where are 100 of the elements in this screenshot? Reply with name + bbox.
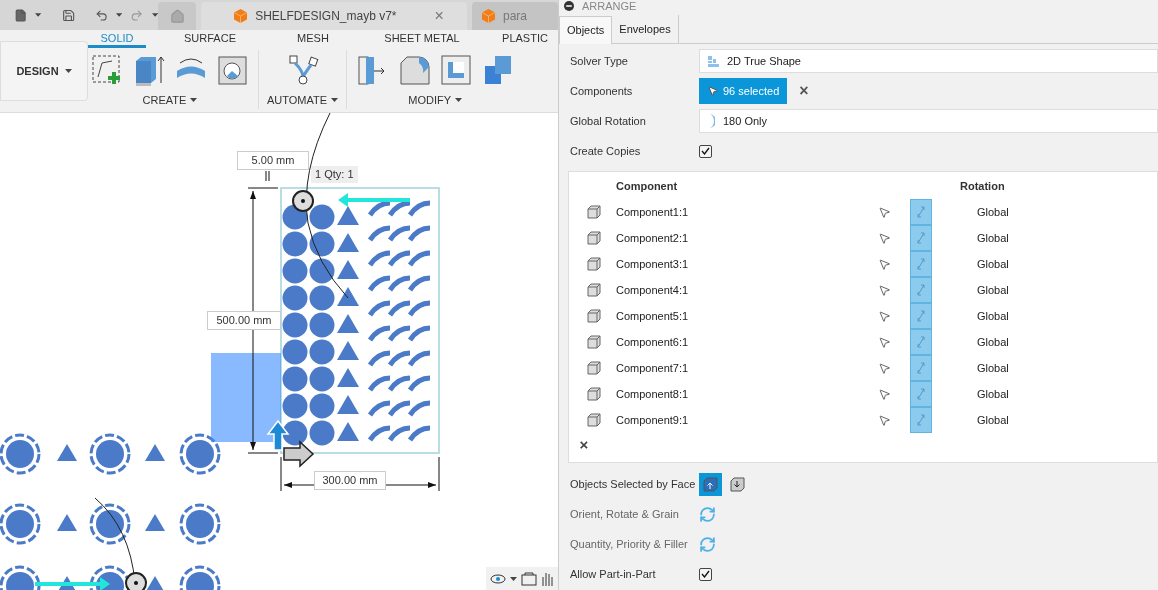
component-name: Component9:1 xyxy=(616,412,690,428)
field-label: Global Rotation xyxy=(569,113,647,129)
component-name: Component4:1 xyxy=(616,282,690,298)
column-header: Rotation xyxy=(960,178,1005,194)
checkbox[interactable] xyxy=(699,144,712,158)
cursor-icon[interactable] xyxy=(878,257,891,271)
option-label: Quantity, Priority & Filler xyxy=(569,536,689,552)
diagonal-arrow-icon xyxy=(916,310,926,322)
cursor-icon xyxy=(707,85,719,97)
rotation-value: Global xyxy=(977,230,1009,246)
cube-icon xyxy=(482,9,495,23)
field-label: Components xyxy=(569,83,634,99)
orbit-icon[interactable] xyxy=(490,571,506,587)
document-tab[interactable]: SHELFDESIGN_mayb v7* × xyxy=(201,2,467,30)
rotation-toggle[interactable] xyxy=(910,277,932,303)
dimension-label: 5.00 mm xyxy=(237,151,309,170)
rotation-toggle[interactable] xyxy=(910,355,932,381)
collapse-icon[interactable] xyxy=(564,1,574,11)
cube-icon xyxy=(587,335,601,349)
component-name: Component5:1 xyxy=(616,308,690,324)
rotation-toggle[interactable] xyxy=(910,381,932,407)
cursor-icon[interactable] xyxy=(878,413,891,427)
quantity-label: 1 Qty: 1 xyxy=(311,166,358,183)
rotation-toggle[interactable] xyxy=(910,251,932,277)
cursor-icon[interactable] xyxy=(878,361,891,375)
field-label: Solver Type xyxy=(569,53,629,69)
rotation-toggle[interactable] xyxy=(910,329,932,355)
rotation-value: Global xyxy=(977,308,1009,324)
look-at-icon[interactable] xyxy=(521,572,537,586)
cursor-icon[interactable] xyxy=(878,309,891,323)
cube-icon xyxy=(587,257,601,271)
ribbon-tab[interactable]: SURFACE xyxy=(154,30,266,48)
caret-icon xyxy=(116,13,123,17)
ribbon-group-button[interactable]: MODIFY xyxy=(408,92,462,109)
ribbon-group-button[interactable]: CREATE xyxy=(142,92,198,109)
panel-title: ARRANGE xyxy=(582,0,637,12)
rotation-value: Global xyxy=(977,412,1009,428)
move-arrow[interactable] xyxy=(35,577,110,590)
component-name: Component6:1 xyxy=(616,334,690,350)
column-header: Component xyxy=(616,178,679,194)
rotation-value: Global xyxy=(977,256,1009,272)
shell-icon[interactable] xyxy=(439,53,474,87)
cursor-icon[interactable] xyxy=(878,283,891,297)
close-tab-icon[interactable]: × xyxy=(434,4,444,28)
rotation-value: Global xyxy=(977,204,1009,220)
caret-icon xyxy=(455,98,462,103)
diagonal-arrow-icon xyxy=(916,232,926,244)
workspace-button[interactable]: DESIGN xyxy=(0,41,88,101)
rotation-toggle[interactable] xyxy=(910,407,932,433)
checkbox[interactable] xyxy=(699,567,712,581)
fillet-icon[interactable] xyxy=(397,53,432,87)
hole-icon[interactable] xyxy=(216,53,250,87)
rotation-dropdown[interactable]: 180 Only xyxy=(699,109,1158,133)
caret-icon xyxy=(331,98,339,103)
remove-button[interactable]: × xyxy=(578,437,590,452)
cursor-icon[interactable] xyxy=(878,335,891,349)
option-label: Allow Part-in-Part xyxy=(569,566,657,582)
cube-icon xyxy=(587,361,601,375)
rotation-value: Global xyxy=(977,360,1009,376)
cursor-icon[interactable] xyxy=(878,231,891,245)
cube-icon xyxy=(234,9,248,23)
component-name: Component2:1 xyxy=(616,230,690,246)
cursor-icon[interactable] xyxy=(878,205,891,219)
clear-selection-button[interactable]: × xyxy=(799,83,809,99)
right-arrow-handle[interactable] xyxy=(283,440,315,468)
component-name: Component3:1 xyxy=(616,256,690,272)
ribbon-tab[interactable]: SHEET METAL xyxy=(367,30,477,48)
cursor-icon[interactable] xyxy=(878,387,891,401)
rotation-toggle[interactable] xyxy=(910,199,932,225)
cube-icon xyxy=(587,387,601,401)
caret-icon xyxy=(151,13,158,17)
face-option-button[interactable] xyxy=(699,472,722,496)
option-label: Orient, Rotate & Grain xyxy=(569,506,680,522)
rotation-toggle[interactable] xyxy=(910,225,932,251)
caret-icon xyxy=(510,577,517,581)
dimension-label: 300.00 mm xyxy=(314,471,386,490)
rotation-toggle[interactable] xyxy=(910,303,932,329)
rotation-value: Global xyxy=(977,282,1009,298)
diagonal-arrow-icon xyxy=(916,388,926,400)
component-name: Component1:1 xyxy=(616,204,690,220)
panel-tab[interactable]: Objects xyxy=(559,16,613,44)
component-name: Component7:1 xyxy=(616,360,690,376)
rotation-value: Global xyxy=(977,386,1009,402)
diagonal-arrow-icon xyxy=(916,284,926,296)
solver-type-dropdown[interactable]: 2D True Shape xyxy=(699,49,1158,73)
rotation-value: Global xyxy=(977,334,1009,350)
layout-icon xyxy=(708,55,719,67)
home-icon xyxy=(169,8,185,24)
cube-icon xyxy=(587,283,601,297)
diagonal-arrow-icon xyxy=(916,336,926,348)
cube-icon xyxy=(587,309,601,323)
diagonal-arrow-icon xyxy=(916,206,926,218)
ribbon-group-button[interactable]: AUTOMATE xyxy=(267,92,339,109)
save-icon[interactable] xyxy=(61,7,75,23)
option-label: Objects Selected by Face xyxy=(569,476,697,492)
ribbon-tab[interactable]: PLASTIC xyxy=(489,30,561,48)
ribbon-tab[interactable]: MESH xyxy=(283,30,343,48)
rotate-handle[interactable] xyxy=(125,572,147,590)
file-icon[interactable] xyxy=(14,7,28,23)
up-arrow-handle[interactable] xyxy=(266,419,290,451)
